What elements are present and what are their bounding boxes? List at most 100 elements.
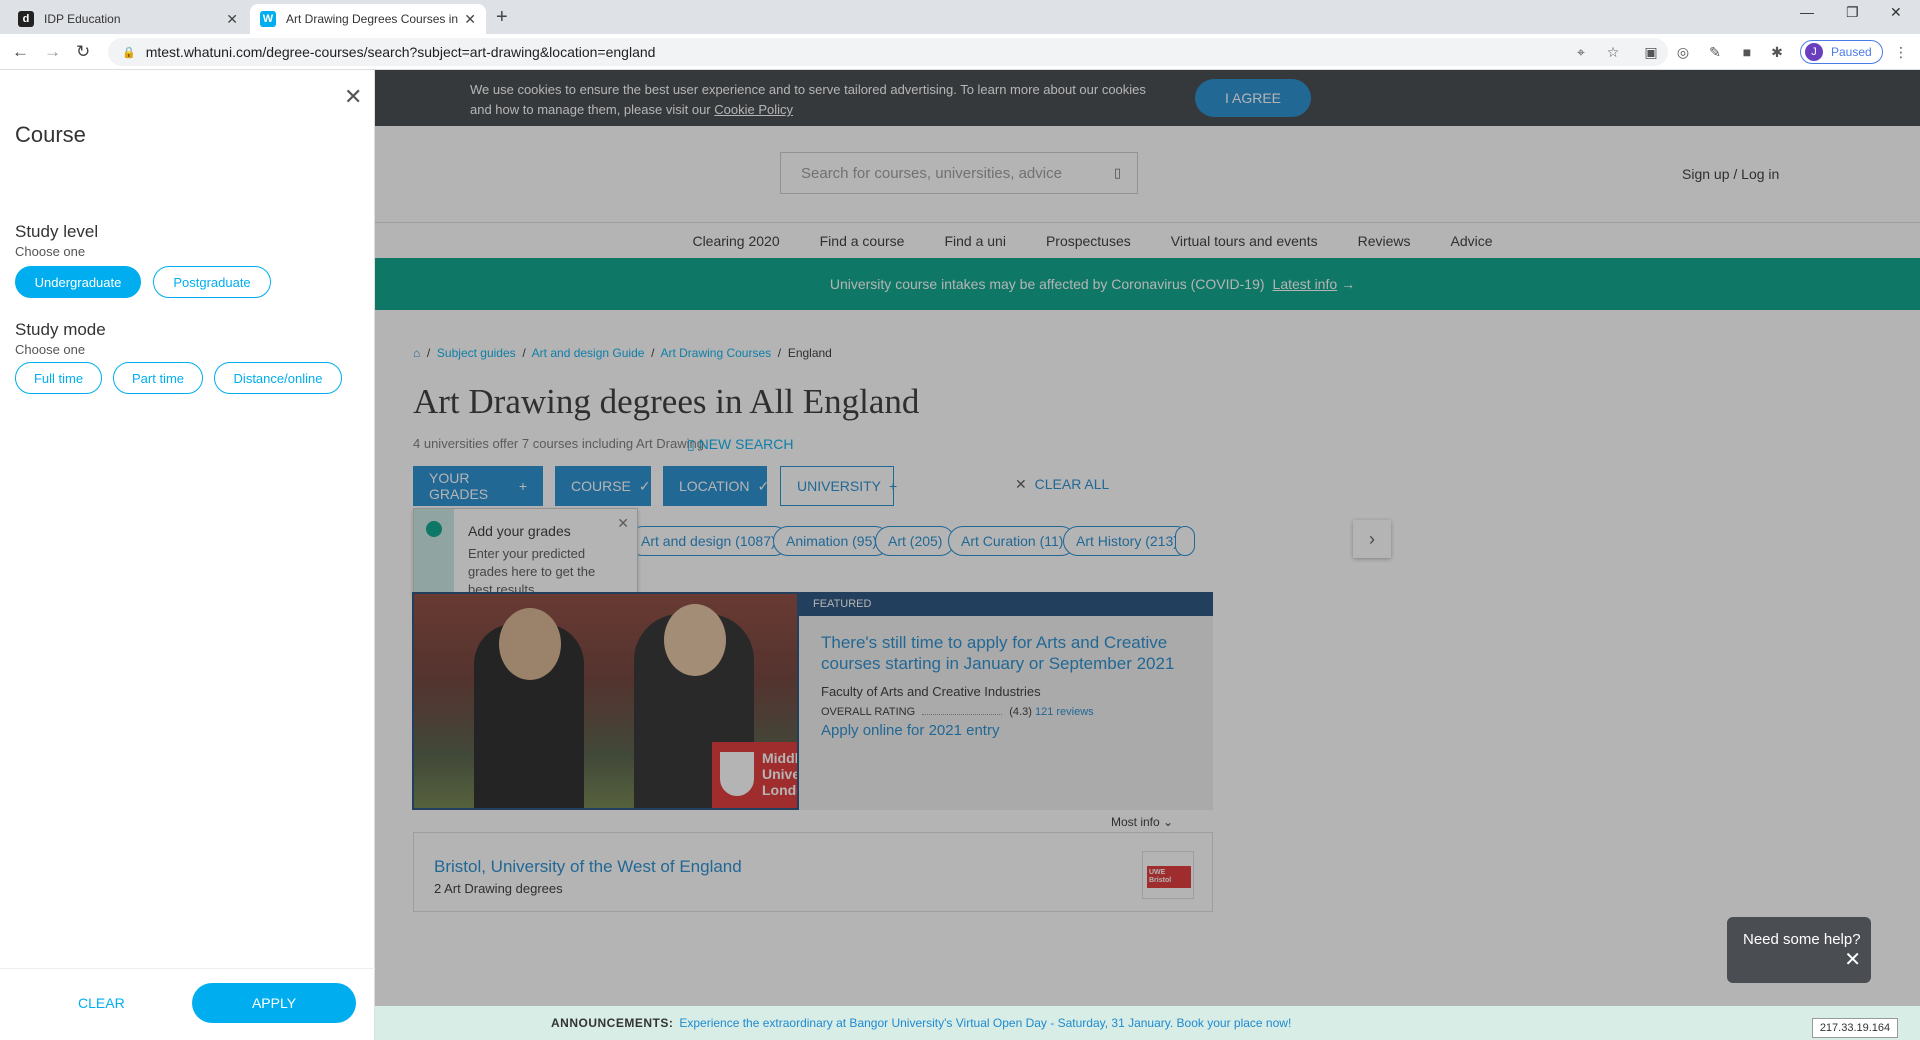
nav-item-prospectuses[interactable]: Prospectuses <box>1046 233 1131 258</box>
extension-icon[interactable]: ■ <box>1738 43 1756 61</box>
latest-info-link[interactable]: Latest info <box>1273 276 1338 292</box>
breadcrumb-current: England <box>787 346 832 360</box>
help-widget[interactable]: Need some help? ✕ <box>1727 917 1871 983</box>
undergraduate-option[interactable]: Undergraduate <box>15 266 141 298</box>
nav-item-find-course[interactable]: Find a course <box>820 233 905 258</box>
clear-all-link[interactable]: ✕ CLEAR ALL <box>1015 476 1109 493</box>
extension-icon[interactable]: ◎ <box>1674 43 1692 61</box>
breadcrumb-item[interactable]: Art Drawing Courses <box>660 346 771 360</box>
grades-tooltip: Add your grades Enter your predicted gra… <box>413 508 638 597</box>
subject-chip[interactable]: Animation (95) <box>773 526 891 556</box>
back-icon[interactable]: ← <box>12 42 29 62</box>
new-tab-icon[interactable]: + <box>496 6 508 29</box>
tooltip-body: Enter your predicted grades here to get … <box>468 546 596 597</box>
reload-icon[interactable]: ↻ <box>76 42 90 62</box>
university-logo[interactable]: UWE Bristol <box>1142 851 1194 899</box>
page-title: Art Drawing degrees in All England <box>413 382 920 421</box>
subject-chip[interactable]: Art Curation (11) <box>948 526 1077 556</box>
subject-chip[interactable]: Art History (213) <box>1063 526 1191 556</box>
breadcrumb-item[interactable]: Art and design Guide <box>532 346 645 360</box>
covid-banner: University course intakes may be affecte… <box>375 258 1920 310</box>
crest-icon <box>720 752 754 796</box>
nav-item-reviews[interactable]: Reviews <box>1358 233 1411 258</box>
chevron-down-icon: ⌄ <box>1163 815 1174 829</box>
featured-badge: FEATURED <box>799 592 1213 616</box>
rating-label: OVERALL RATING <box>821 706 916 718</box>
distance-online-option[interactable]: Distance/online <box>214 362 342 394</box>
logo-text: UWE Bristol <box>1147 866 1191 888</box>
restore-icon[interactable]: ❐ <box>1846 4 1859 21</box>
agree-button[interactable]: I AGREE <box>1195 79 1311 117</box>
site-header: Search for courses, universities, advice… <box>375 126 1920 310</box>
clear-button[interactable]: CLEAR <box>78 995 125 1011</box>
tab-title: IDP Education <box>44 12 121 26</box>
announcement-link[interactable]: Experience the extraordinary at Bangor U… <box>679 1016 1291 1030</box>
sort-dropdown[interactable]: Most info ⌄ <box>1111 815 1173 829</box>
featured-image[interactable]: Middlesex University London <box>412 592 799 810</box>
url-field[interactable]: 🔒 mtest.whatuni.com/degree-courses/searc… <box>108 38 1668 66</box>
close-icon[interactable]: ✕ <box>617 515 629 532</box>
nav-item-advice[interactable]: Advice <box>1451 233 1493 258</box>
forward-icon[interactable]: → <box>44 42 61 62</box>
status-dot-icon <box>426 521 442 537</box>
extension-icon[interactable]: ✎ <box>1706 43 1724 61</box>
new-search-link[interactable]: ▯ NEW SEARCH <box>687 436 794 453</box>
close-window-icon[interactable]: ✕ <box>1890 4 1902 21</box>
profile-button[interactable]: J Paused <box>1800 40 1883 64</box>
full-time-option[interactable]: Full time <box>15 362 102 394</box>
apply-button[interactable]: APPLY <box>192 983 356 1023</box>
tab-close-icon[interactable]: ✕ <box>226 11 238 28</box>
featured-title-link[interactable]: There's still time to apply for Arts and… <box>821 632 1201 674</box>
close-icon[interactable]: ✕ <box>1844 947 1861 972</box>
tooltip-title: Add your grades <box>468 523 571 539</box>
reviews-link[interactable]: 121 reviews <box>1035 706 1094 718</box>
study-level-hint: Choose one <box>15 244 86 259</box>
search-icon: ▯ <box>687 436 695 452</box>
subject-chip[interactable] <box>1175 526 1195 556</box>
part-time-option[interactable]: Part time <box>113 362 203 394</box>
university-filter[interactable]: UNIVERSITY + <box>780 466 897 506</box>
tab-title: Art Drawing Degrees Courses in E <box>286 12 459 26</box>
puzzle-icon[interactable]: ✱ <box>1768 43 1786 61</box>
close-icon[interactable]: ✕ <box>344 84 362 110</box>
result-card: Bristol, University of the West of Engla… <box>413 832 1213 912</box>
browser-tab-whatuni[interactable]: W Art Drawing Degrees Courses in E ✕ <box>250 4 486 34</box>
course-filter-panel: ✕ Course Study level Choose one Undergra… <box>0 70 375 1040</box>
plus-icon: + <box>518 478 527 494</box>
nav-item-find-uni[interactable]: Find a uni <box>944 233 1005 258</box>
search-placeholder: Search for courses, universities, advice <box>801 164 1062 182</box>
your-grades-filter[interactable]: YOUR GRADES + <box>413 466 543 506</box>
avatar: J <box>1805 43 1823 61</box>
menu-dots-icon[interactable]: ⋮ <box>1892 43 1910 61</box>
announcement-label: ANNOUNCEMENTS: <box>551 1016 674 1030</box>
bookmark-star-icon[interactable]: ☆ <box>1604 43 1622 61</box>
tab-close-icon[interactable]: ✕ <box>464 11 476 28</box>
degree-count: 2 Art Drawing degrees <box>434 881 563 896</box>
site-search-input[interactable]: Search for courses, universities, advice… <box>780 152 1138 194</box>
cookie-banner: We use cookies to ensure the best user e… <box>375 70 1920 126</box>
signup-link[interactable]: Sign up / Log in <box>1682 166 1779 182</box>
extension-icon[interactable]: ▣ <box>1642 43 1660 61</box>
location-icon[interactable]: ⌖ <box>1572 43 1590 61</box>
subject-chip[interactable]: Art and design (1087) <box>628 526 789 556</box>
apply-online-link[interactable]: Apply online for 2021 entry <box>821 722 999 739</box>
breadcrumb: ⌂ / Subject guides / Art and design Guid… <box>413 346 832 360</box>
chevron-right-icon[interactable]: › <box>1353 520 1391 558</box>
filter-label: COURSE <box>571 478 631 494</box>
breadcrumb-item[interactable]: Subject guides <box>437 346 516 360</box>
location-filter[interactable]: LOCATION ✓ <box>663 466 769 506</box>
university-name-link[interactable]: Bristol, University of the West of Engla… <box>434 857 742 877</box>
postgraduate-option[interactable]: Postgraduate <box>153 266 271 298</box>
main-nav: Clearing 2020 Find a course Find a uni P… <box>375 222 1920 258</box>
course-filter[interactable]: COURSE ✓ <box>555 466 651 506</box>
nav-item-virtual-tours[interactable]: Virtual tours and events <box>1171 233 1318 258</box>
nav-item-clearing[interactable]: Clearing 2020 <box>692 233 779 258</box>
cookie-policy-link[interactable]: Cookie Policy <box>714 102 793 117</box>
subject-chip[interactable]: Art (205) <box>875 526 956 556</box>
search-icon[interactable]: ▯ <box>1114 165 1121 181</box>
home-icon[interactable]: ⌂ <box>413 346 420 360</box>
featured-faculty: Faculty of Arts and Creative Industries <box>821 684 1041 699</box>
browser-tab-idp[interactable]: d IDP Education ✕ <box>8 4 248 34</box>
minimize-icon[interactable]: — <box>1800 4 1814 20</box>
filter-label: LOCATION <box>679 478 750 494</box>
